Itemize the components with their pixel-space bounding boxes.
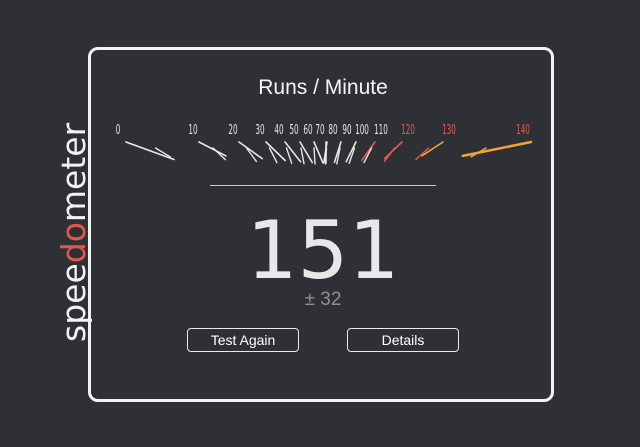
speedometer-logo: speedometer — [47, 112, 103, 344]
gauge-tick-label: 140 — [516, 122, 530, 138]
gauge-tick-mark — [198, 141, 227, 157]
logo-part-meter: meter — [54, 122, 93, 222]
gauge-tick-label: 70 — [315, 122, 324, 138]
gauge-tick-mark — [421, 141, 444, 157]
test-again-button[interactable]: Test Again — [187, 328, 299, 352]
speedometer-app: speedometer Runs / Minute 0 10 20 30 40 50 60 7… — [0, 0, 640, 447]
speed-gauge: 0 10 20 30 40 50 60 70 80 90 100 110 120 130 140 — [100, 112, 540, 172]
gauge-tick-label: 110 — [374, 122, 388, 138]
gauge-tick-label: 90 — [342, 122, 351, 138]
gauge-tick-mark — [461, 140, 533, 158]
gauge-minor-mark — [268, 147, 278, 164]
score-error: ± 32 — [304, 289, 342, 310]
gauge-tick-label: 10 — [188, 122, 197, 138]
details-button[interactable]: Details — [347, 328, 459, 352]
gauge-tick-label: 120 — [401, 122, 415, 138]
gauge-minor-mark — [313, 147, 316, 165]
svg-text:speedometer: speedometer — [54, 122, 93, 342]
gauge-tick-label: 130 — [442, 122, 456, 138]
gauge-title: Runs / Minute — [258, 76, 388, 99]
gauge-tick-label: 0 — [116, 122, 121, 138]
logo-part-do: do — [54, 222, 93, 263]
gauge-minor-mark — [383, 147, 396, 162]
gauge-tick-label: 80 — [328, 122, 337, 138]
logo-part-speed: spee — [54, 263, 93, 342]
gauge-tick-mark — [265, 141, 286, 162]
gauge-tick-label: 20 — [228, 122, 237, 138]
gauge-tick-label: 50 — [289, 122, 298, 138]
gauge-tick-label: 60 — [303, 122, 312, 138]
gauge-tick-mark — [238, 141, 263, 160]
gauge-minor-mark — [324, 147, 328, 165]
gauge-divider — [210, 185, 436, 186]
gauge-tick-mark — [125, 141, 175, 161]
gauge-tick-label: 100 — [355, 122, 369, 138]
gauge-tick-label: 40 — [274, 122, 283, 138]
gauge-minor-mark — [415, 147, 430, 161]
score-value: 151 — [246, 204, 400, 297]
gauge-tick-mark — [360, 141, 376, 162]
gauge-tick-label: 30 — [255, 122, 264, 138]
gauge-minor-mark — [300, 147, 305, 165]
